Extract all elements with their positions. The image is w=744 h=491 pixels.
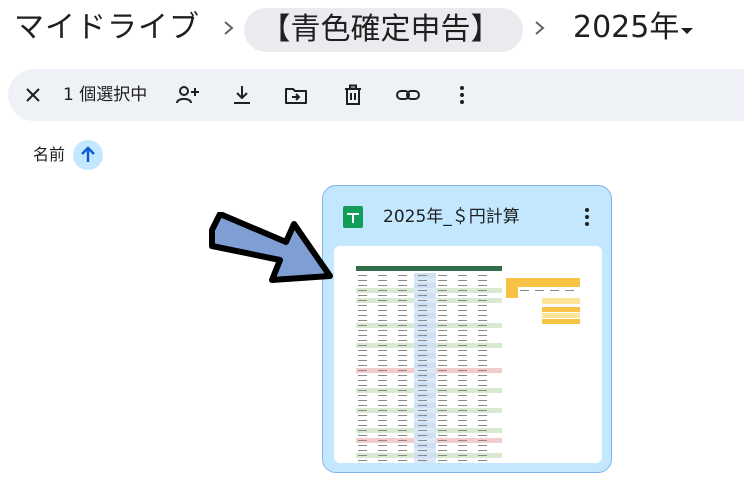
move-to-folder-icon[interactable] [283,82,309,108]
file-title: 2025年_＄円計算 [383,207,520,227]
sort-by-name-label[interactable]: 名前 [33,144,65,166]
chevron-right-icon [224,21,234,35]
download-icon[interactable] [229,82,255,108]
breadcrumb-folder[interactable]: 【青色確定申告】 [244,8,523,52]
sort-direction-button[interactable] [73,140,103,170]
arrow-up-icon [81,146,95,162]
file-thumbnail [334,246,602,463]
share-icon[interactable] [174,82,200,108]
selected-count: 1 個選択中 [63,85,148,105]
more-vert-icon[interactable] [581,206,593,228]
file-card[interactable]: 2025年_＄円計算 [322,185,612,473]
caret-down-icon[interactable] [680,26,694,36]
trash-icon[interactable] [340,82,366,108]
close-icon[interactable] [20,82,46,108]
more-vert-icon[interactable] [449,82,475,108]
link-icon[interactable] [395,82,421,108]
breadcrumb-my-drive[interactable]: マイドライブ [14,8,200,48]
selection-toolbar: 1 個選択中 [8,69,744,121]
breadcrumb: マイドライブ 【青色確定申告】 2025年 [0,0,744,58]
spreadsheet-preview-image [356,266,580,463]
chevron-right-icon [535,21,545,35]
annotation-arrow-icon [209,212,333,283]
google-sheets-icon [343,206,363,228]
breadcrumb-current-folder[interactable]: 2025年 [573,8,679,48]
